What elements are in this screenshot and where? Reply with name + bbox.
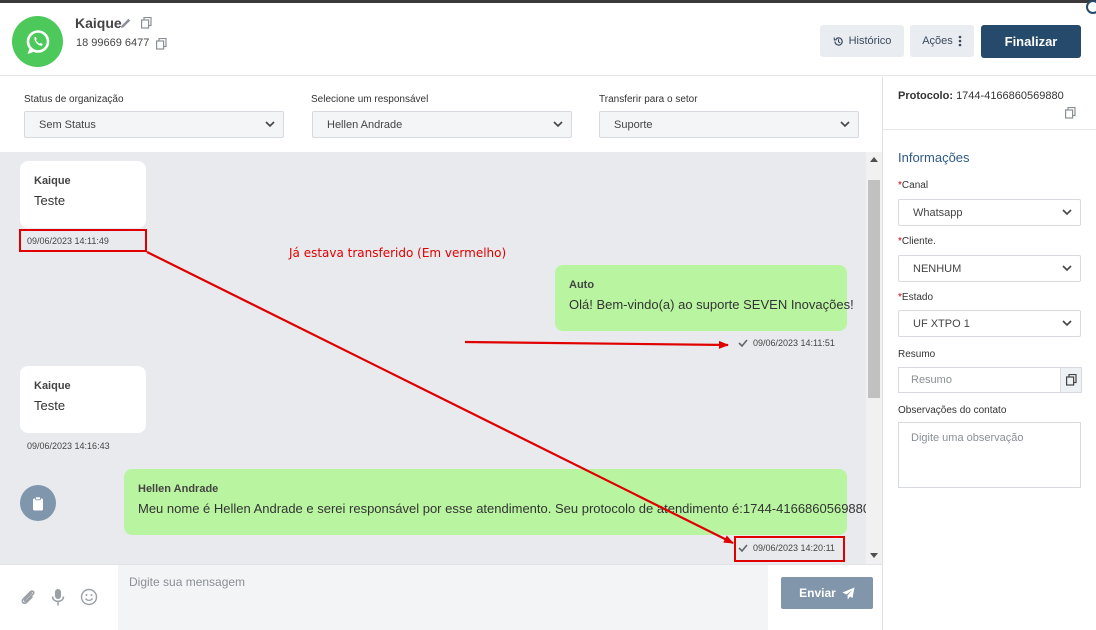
copy-icon	[1065, 374, 1077, 386]
paper-plane-icon	[842, 587, 855, 599]
annotation-arrow	[464, 340, 729, 349]
sector-value: Suporte	[614, 118, 653, 131]
copy-resumo-button[interactable]	[1060, 367, 1082, 393]
message-composer: Digite sua mensagem Enviar	[0, 564, 882, 630]
chevron-down-icon	[1062, 209, 1072, 216]
estado-value: UF XTPO 1	[913, 317, 970, 330]
message-input[interactable]: Digite sua mensagem	[118, 565, 768, 630]
copy-protocol-icon[interactable]	[1065, 107, 1076, 119]
send-label: Enviar	[799, 586, 836, 600]
responsible-select[interactable]: Hellen Andrade	[312, 111, 572, 138]
observacoes-label: Observações do contato	[898, 405, 1007, 416]
chat-messages-area[interactable]: Kaique Teste 09/06/2023 14:11:49 Já esta…	[0, 152, 866, 564]
cliente-select[interactable]: NENHUM	[898, 255, 1081, 282]
canal-select[interactable]: Whatsapp	[898, 199, 1081, 226]
whatsapp-icon	[26, 29, 49, 54]
finish-button[interactable]: Finalizar	[981, 25, 1081, 58]
copy-phone-icon[interactable]	[156, 38, 167, 50]
cliente-value: NENHUM	[913, 262, 962, 275]
send-button[interactable]: Enviar	[781, 577, 873, 609]
history-icon	[833, 36, 843, 46]
info-panel: Protocolo: 1744-4166860569880 Informaçõe…	[882, 77, 1096, 630]
edit-pencil-icon[interactable]	[120, 17, 132, 29]
microphone-icon[interactable]	[51, 588, 65, 607]
chevron-down-icon	[265, 121, 275, 128]
emoji-icon[interactable]	[80, 588, 98, 606]
chevron-down-icon	[840, 121, 850, 128]
filters-bar: Status de organização Sem Status Selecio…	[0, 77, 882, 152]
protocol-value: 1744-4166860569880	[956, 90, 1064, 102]
contact-name: Kaique	[75, 15, 122, 31]
close-icon[interactable]	[1086, 0, 1096, 14]
scroll-down-arrow-icon[interactable]	[870, 553, 878, 558]
status-label: Status de organização	[24, 94, 124, 105]
canal-value: Whatsapp	[913, 206, 963, 219]
annotation-arrows	[146, 251, 734, 544]
actions-label: Ações	[922, 35, 953, 47]
responsible-label: Selecione um responsável	[311, 94, 429, 105]
chevron-down-icon	[1062, 265, 1072, 272]
chat-scrollbar[interactable]	[866, 152, 882, 564]
contact-phone: 18 99669 6477	[76, 37, 150, 49]
scroll-thumb[interactable]	[868, 180, 880, 398]
sector-select[interactable]: Suporte	[599, 111, 859, 138]
estado-label-text: Estado	[901, 292, 934, 303]
annotation-arrow	[146, 251, 734, 544]
sector-label: Transferir para o setor	[599, 94, 698, 105]
estado-select[interactable]: UF XTPO 1	[898, 310, 1081, 337]
paperclip-icon[interactable]	[19, 588, 37, 606]
copy-name-icon[interactable]	[141, 17, 152, 29]
status-value: Sem Status	[39, 118, 96, 131]
responsible-value: Hellen Andrade	[327, 118, 403, 131]
protocol-line: Protocolo: 1744-4166860569880	[898, 90, 1064, 102]
resumo-label: Resumo	[898, 349, 936, 360]
estado-label: *Estado	[898, 292, 933, 303]
status-select[interactable]: Sem Status	[24, 111, 284, 138]
observacoes-textarea[interactable]: Digite uma observação	[898, 422, 1081, 488]
scroll-up-arrow-icon[interactable]	[870, 157, 878, 162]
protocol-label: Protocolo:	[898, 90, 953, 102]
resumo-input[interactable]: Resumo	[898, 367, 1060, 393]
cliente-label-text: Cliente.	[901, 236, 936, 247]
info-title: Informações	[898, 150, 970, 165]
history-button[interactable]: Histórico	[820, 25, 904, 57]
chat-header: Kaique 18 99669 6477 Histórico Ações Fin…	[0, 3, 1096, 76]
canal-label-text: Canal	[901, 180, 929, 191]
kebab-icon	[958, 35, 962, 47]
chevron-down-icon	[1062, 320, 1072, 327]
canal-label: *Canal	[898, 180, 928, 191]
whatsapp-avatar	[12, 16, 63, 67]
history-label: Histórico	[848, 35, 892, 47]
actions-button[interactable]: Ações	[910, 25, 974, 57]
chevron-down-icon	[553, 121, 563, 128]
cliente-label: *Cliente.	[898, 236, 936, 247]
panel-divider	[883, 129, 1096, 130]
